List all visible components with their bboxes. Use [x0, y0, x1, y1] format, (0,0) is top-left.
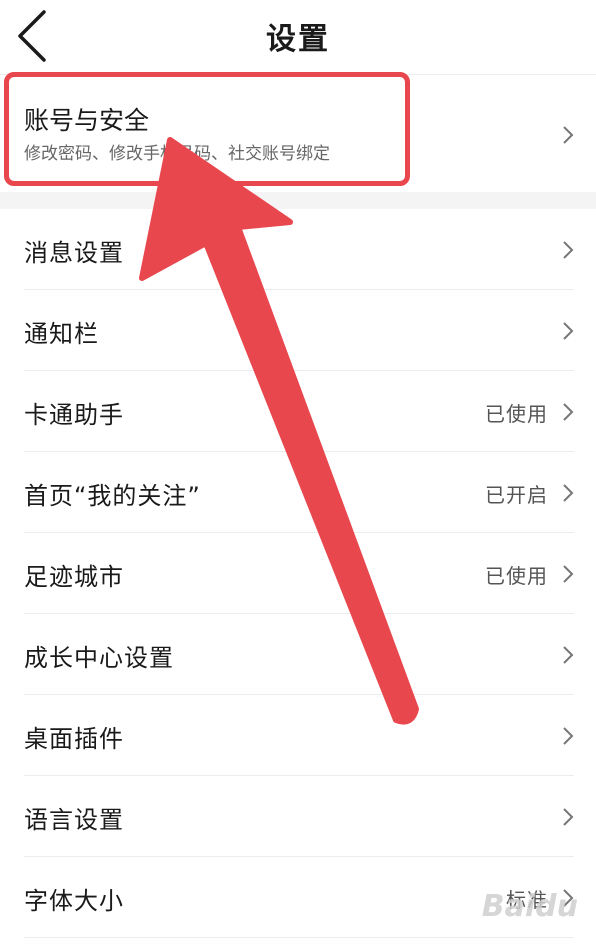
settings-item-label: 桌面插件: [24, 725, 124, 753]
chevron-right-icon: [562, 645, 574, 665]
chevron-right-icon: [562, 125, 574, 145]
section-divider: [0, 192, 596, 209]
chevron-right-icon: [562, 564, 574, 584]
settings-item-desktop-widget[interactable]: 桌面插件: [0, 695, 596, 776]
page-title: 设置: [266, 22, 330, 57]
settings-item-label: 首页“我的关注”: [24, 482, 201, 510]
settings-item-value: 已开启: [485, 483, 548, 507]
settings-item-growth-center[interactable]: 成长中心设置: [0, 614, 596, 695]
chevron-right-icon: [562, 321, 574, 341]
chevron-right-icon: [562, 726, 574, 746]
settings-item-label: 语言设置: [24, 806, 124, 834]
settings-item-label: 消息设置: [24, 239, 124, 267]
chevron-right-icon: [562, 807, 574, 827]
settings-item-language[interactable]: 语言设置: [0, 776, 596, 857]
settings-item-message[interactable]: 消息设置: [0, 209, 596, 290]
settings-item-footprint-cities[interactable]: 足迹城市 已使用: [0, 533, 596, 614]
highlight-box: [4, 72, 410, 186]
settings-item-label: 通知栏: [24, 320, 99, 348]
chevron-right-icon: [562, 240, 574, 260]
settings-item-label: 字体大小: [24, 887, 124, 915]
chevron-right-icon: [562, 402, 574, 422]
settings-list: 消息设置 通知栏 卡通助手 已使用 首页“我的关注” 已开启 足迹城市 已使用 …: [0, 209, 596, 938]
nav-bar: 设置: [0, 0, 596, 75]
settings-item-value: 已使用: [485, 564, 548, 588]
settings-item-label: 足迹城市: [24, 563, 124, 591]
settings-item-notification-bar[interactable]: 通知栏: [0, 290, 596, 371]
settings-item-value: 已使用: [485, 402, 548, 426]
settings-item-label: 成长中心设置: [24, 644, 174, 672]
divider: [24, 937, 574, 938]
settings-item-homepage-follow[interactable]: 首页“我的关注” 已开启: [0, 452, 596, 533]
watermark-logo: Baidu: [481, 889, 578, 924]
settings-item-cartoon-assistant[interactable]: 卡通助手 已使用: [0, 371, 596, 452]
chevron-right-icon: [562, 483, 574, 503]
settings-item-label: 卡通助手: [24, 401, 124, 429]
